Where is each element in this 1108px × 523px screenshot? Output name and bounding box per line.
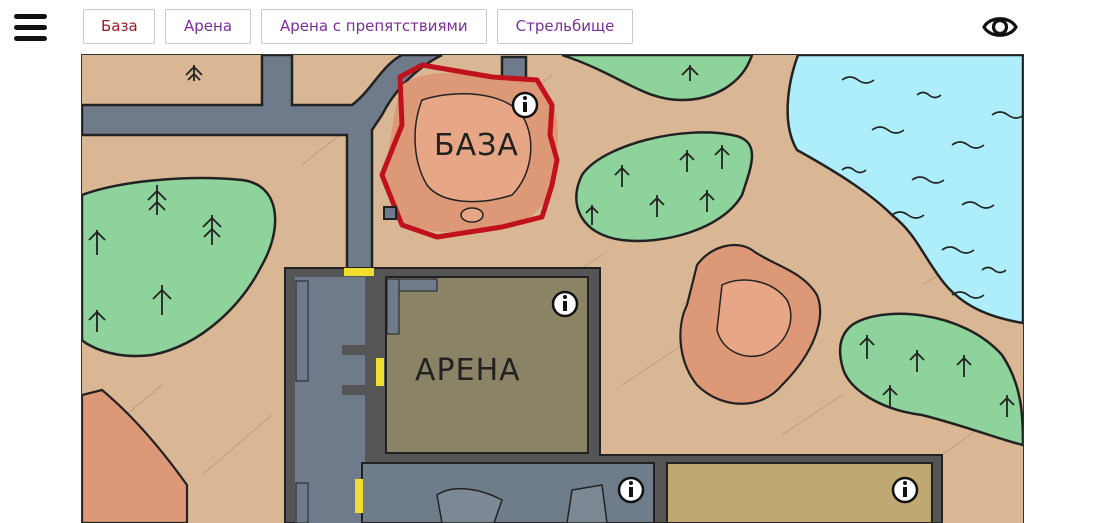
gate-north	[344, 268, 374, 276]
info-icon[interactable]	[551, 290, 579, 318]
tab-base[interactable]: База	[83, 9, 155, 44]
bench-arena-side	[386, 278, 400, 335]
bench-left-2	[295, 482, 309, 523]
info-icon[interactable]	[511, 91, 539, 119]
tab-shooting-range[interactable]: Стрельбище	[496, 9, 634, 44]
obstacle-rock-2	[566, 484, 608, 523]
obstacle-arena-floor	[361, 462, 655, 523]
tab-obstacle-arena[interactable]: Арена с препятствиями	[261, 9, 487, 44]
forest-top	[561, 55, 754, 102]
lake	[786, 55, 1023, 325]
top-navigation-bar: База Арена Арена с препятствиями Стрельб…	[0, 0, 1108, 54]
hamburger-menu-icon[interactable]	[14, 11, 48, 43]
bench-left-1	[295, 280, 309, 382]
forest-left	[82, 176, 277, 358]
arena-complex	[284, 267, 943, 523]
gate-arena	[376, 358, 384, 386]
zone-label-arena: АРЕНА	[415, 353, 521, 388]
gate-obstacle	[355, 479, 363, 513]
info-icon[interactable]	[617, 476, 645, 504]
base-entrance	[460, 207, 484, 223]
rock-formation-left	[82, 388, 189, 523]
info-icon[interactable]	[891, 476, 919, 504]
forest-right	[838, 312, 1023, 447]
location-tabs: База Арена Арена с препятствиями Стрельб…	[83, 9, 634, 44]
tab-arena[interactable]: Арена	[165, 9, 252, 44]
base-hatch	[383, 206, 397, 220]
eye-icon[interactable]	[982, 12, 1018, 42]
forest-center	[575, 131, 754, 243]
map-view[interactable]: БАЗА АРЕНА	[81, 54, 1024, 523]
zone-label-base: БАЗА	[434, 128, 519, 163]
